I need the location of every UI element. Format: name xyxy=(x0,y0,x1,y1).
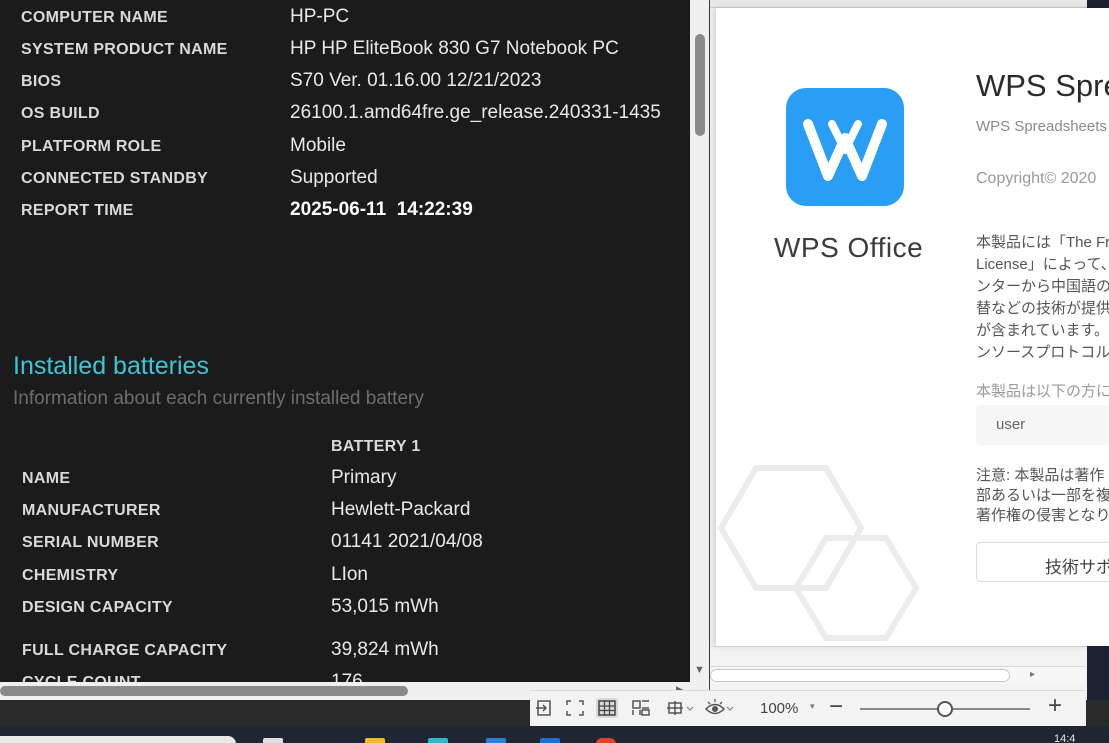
battery-label: MANUFACTURER xyxy=(22,502,161,519)
file-explorer-icon[interactable] xyxy=(365,738,385,743)
info-value: HP HP EliteBook 830 G7 Notebook PC xyxy=(290,38,619,59)
info-label: PLATFORM ROLE xyxy=(21,138,162,155)
battery-label: NAME xyxy=(22,470,71,487)
notice-text: 注意: 本製品は著作 部あるいは一部を複 著作権の侵害となり xyxy=(976,467,1109,524)
info-value: Mobile xyxy=(290,135,346,156)
info-label: REPORT TIME xyxy=(21,202,134,219)
wps-logo-icon xyxy=(786,88,904,206)
battery-label: SERIAL NUMBER xyxy=(22,534,159,551)
app-title: WPS Spre xyxy=(976,68,1109,103)
tech-support-label: 技術サポ xyxy=(1045,558,1109,577)
zoom-slider-thumb[interactable] xyxy=(937,701,953,717)
installed-batteries-title: Installed batteries xyxy=(13,352,209,380)
spreadsheet-toolbar-strip xyxy=(700,0,1109,8)
info-label: CONNECTED STANDBY xyxy=(21,170,209,187)
battery-value: 01141 2021/04/08 xyxy=(331,531,483,552)
battery-column-header: BATTERY 1 xyxy=(331,438,421,455)
task-view-icon[interactable] xyxy=(263,738,283,743)
wps-logo-text: WPS Office xyxy=(774,232,924,263)
copyright-text: Copyright© 2020 xyxy=(976,170,1097,187)
info-value: 26100.1.amd64fre.ge_release.240331-1435 xyxy=(290,102,661,123)
chevron-down-icon[interactable]: ▾ xyxy=(810,701,815,712)
spreadsheet-grid-row xyxy=(710,646,1090,662)
battery-label: CYCLE COUNT xyxy=(22,674,141,682)
tech-support-button[interactable]: 技術サポ xyxy=(976,542,1109,582)
outlook-app-icon[interactable] xyxy=(540,738,560,743)
spreadsheet-horizontal-scrollbar[interactable]: ▸ xyxy=(700,666,1085,684)
report-vertical-scrollbar[interactable]: ▼ xyxy=(690,0,709,682)
scroll-right-icon[interactable]: ▸ xyxy=(1030,669,1035,680)
info-value: S70 Ver. 01.16.00 12/21/2023 xyxy=(290,70,542,91)
licensed-user-field: user xyxy=(976,405,1109,445)
licensed-user-value: user xyxy=(996,416,1026,433)
taskbar-search-box[interactable] xyxy=(0,736,236,743)
battery-report-window: COMPUTER NAME HP-PC SYSTEM PRODUCT NAME … xyxy=(0,0,710,700)
zoom-out-icon[interactable]: − xyxy=(829,693,843,721)
battery-value: 176 xyxy=(331,671,363,682)
hexagon-decoration xyxy=(716,448,976,646)
edge-browser-icon[interactable] xyxy=(428,738,448,743)
info-value: HP-PC xyxy=(290,6,350,27)
wps-about-dialog: WPS Office WPS Spre WPS Spreadsheets Cop… xyxy=(716,8,1109,646)
report-horizontal-scroll-thumb[interactable] xyxy=(0,686,408,696)
spreadsheet-status-bar: 100% ▾ − + xyxy=(530,690,1086,726)
zoom-in-icon[interactable]: + xyxy=(1048,692,1062,720)
fullscreen-icon[interactable] xyxy=(564,698,586,718)
zoom-level[interactable]: 100% xyxy=(760,700,798,717)
info-value: Supported xyxy=(290,167,378,188)
report-time-value: 2025-06-11 14:22:39 xyxy=(290,199,473,220)
battery-label: FULL CHARGE CAPACITY xyxy=(22,642,228,659)
battery-value: Hewlett-Packard xyxy=(331,499,471,520)
info-label: SYSTEM PRODUCT NAME xyxy=(21,41,228,58)
taskbar: 14:4 xyxy=(0,726,1109,743)
app-subtitle: WPS Spreadsheets xyxy=(976,118,1107,135)
eye-protection-icon[interactable] xyxy=(704,698,734,718)
license-text: 本製品には「The Fr License」によって、 ンターから中国語の 替など… xyxy=(976,234,1109,361)
battery-value: 39,824 mWh xyxy=(331,639,439,660)
wps-office-taskbar-icon[interactable] xyxy=(596,738,616,743)
battery-label: DESIGN CAPACITY xyxy=(22,599,173,616)
battery-value: LIon xyxy=(331,564,368,585)
spreadsheet-scroll-track[interactable] xyxy=(710,669,1010,682)
page-break-view-icon[interactable] xyxy=(630,698,652,718)
freeze-pane-icon[interactable] xyxy=(534,698,556,718)
battery-value: Primary xyxy=(331,467,397,488)
battery-report-content: COMPUTER NAME HP-PC SYSTEM PRODUCT NAME … xyxy=(0,0,690,682)
battery-value: 53,015 mWh xyxy=(331,596,439,617)
report-vertical-scroll-thumb[interactable] xyxy=(695,34,705,136)
info-label: BIOS xyxy=(21,73,62,90)
info-label: OS BUILD xyxy=(21,105,100,122)
info-label: COMPUTER NAME xyxy=(21,9,169,26)
battery-label: CHEMISTRY xyxy=(22,567,119,584)
normal-view-icon[interactable] xyxy=(596,698,618,718)
store-app-icon[interactable] xyxy=(486,738,506,743)
reading-layout-icon[interactable] xyxy=(664,698,694,718)
licensed-to-label: 本製品は以下の方に xyxy=(976,383,1109,400)
taskbar-clock[interactable]: 14:4 xyxy=(1054,733,1075,743)
installed-batteries-subtitle: Information about each currently install… xyxy=(13,388,424,409)
scroll-down-icon[interactable]: ▼ xyxy=(694,664,705,676)
